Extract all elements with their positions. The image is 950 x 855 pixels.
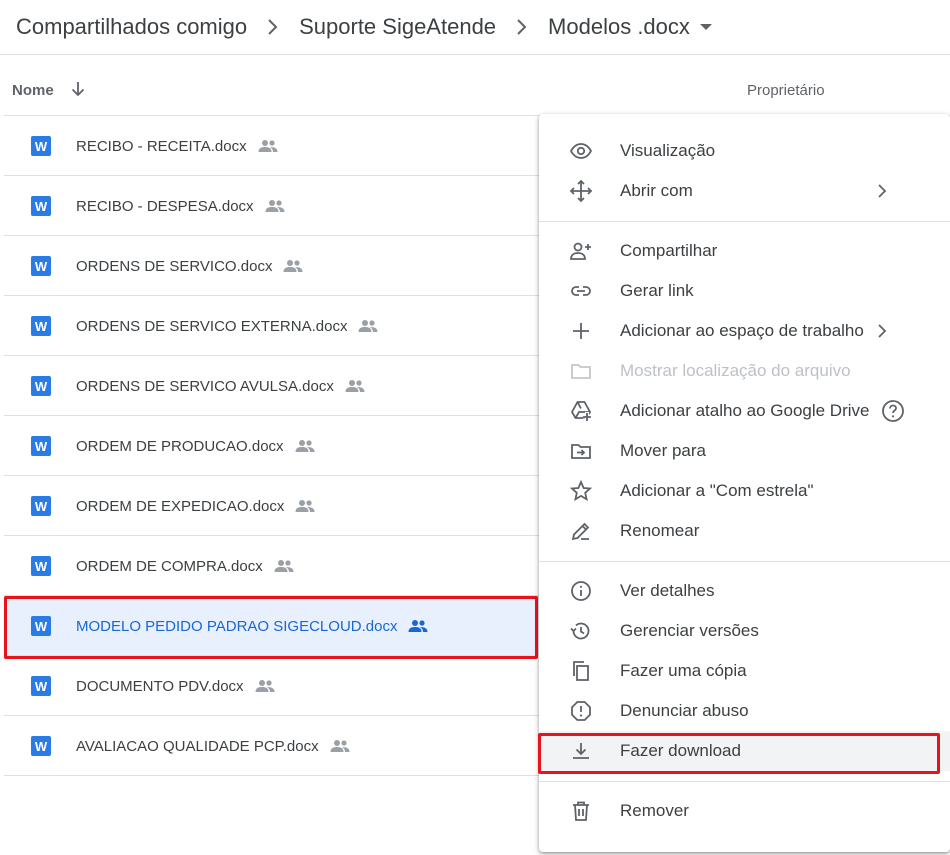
- menu-item-label: Denunciar abuso: [620, 701, 749, 720]
- person-add-icon: [569, 239, 593, 263]
- file-name: ORDEM DE COMPRA.docx: [76, 557, 263, 575]
- menu-item-label: Adicionar ao espaço de trabalho: [620, 321, 864, 340]
- menu-item-visualizacao[interactable]: Visualização: [539, 131, 950, 171]
- column-name-header[interactable]: Nome: [12, 82, 54, 99]
- menu-item-label: Adicionar a "Com estrela": [620, 481, 814, 500]
- menu-item-label: Fazer uma cópia: [620, 661, 747, 680]
- menu-item-adicionar-ao-espaco-de-trabalho[interactable]: Adicionar ao espaço de trabalho: [539, 311, 950, 351]
- menu-item-adicionar-atalho-ao-google-drive[interactable]: Adicionar atalho ao Google Drive: [539, 391, 950, 431]
- menu-item-renomear[interactable]: Renomear: [539, 511, 950, 551]
- download-icon: [569, 739, 593, 763]
- menu-divider: [539, 561, 950, 562]
- shared-people-icon: [282, 259, 304, 273]
- file-name: ORDEM DE PRODUCAO.docx: [76, 437, 284, 455]
- menu-item-remover[interactable]: Remover: [539, 791, 950, 831]
- file-name: RECIBO - DESPESA.docx: [76, 197, 254, 215]
- file-name: ORDEM DE EXPEDICAO.docx: [76, 497, 285, 515]
- shared-people-icon: [407, 619, 429, 633]
- folder-icon: [569, 359, 593, 383]
- menu-item-label: Ver detalhes: [620, 581, 715, 600]
- breadcrumb-shared-with-me[interactable]: Compartilhados comigo: [16, 14, 247, 40]
- plus-icon: [569, 319, 593, 343]
- word-doc-icon: W: [31, 436, 51, 456]
- menu-item-fazer-uma-copia[interactable]: Fazer uma cópia: [539, 651, 950, 691]
- file-name: DOCUMENTO PDV.docx: [76, 677, 244, 695]
- menu-item-gerenciar-versoes[interactable]: Gerenciar versões: [539, 611, 950, 651]
- link-icon: [569, 279, 593, 303]
- trash-icon: [569, 799, 593, 823]
- help-icon[interactable]: [881, 399, 905, 423]
- menu-divider: [539, 781, 950, 782]
- eye-icon: [569, 139, 593, 163]
- menu-item-label: Remover: [620, 801, 689, 820]
- shared-people-icon: [273, 559, 295, 573]
- chevron-right-icon: [877, 323, 887, 339]
- report-icon: [569, 699, 593, 723]
- drive-shortcut-icon: [569, 399, 593, 423]
- word-doc-icon: W: [31, 556, 51, 576]
- copy-icon: [569, 659, 593, 683]
- info-icon: [569, 579, 593, 603]
- menu-item-label: Gerar link: [620, 281, 694, 300]
- star-icon: [569, 479, 593, 503]
- file-name: ORDENS DE SERVICO EXTERNA.docx: [76, 317, 348, 335]
- menu-item-label: Compartilhar: [620, 241, 718, 260]
- word-doc-icon: W: [31, 736, 51, 756]
- menu-item-fazer-download[interactable]: Fazer download: [539, 731, 950, 771]
- menu-item-denunciar-abuso[interactable]: Denunciar abuso: [539, 691, 950, 731]
- menu-item-adicionar-a-com-estrela[interactable]: Adicionar a "Com estrela": [539, 471, 950, 511]
- file-name: MODELO PEDIDO PADRAO SIGECLOUD.docx: [76, 617, 398, 635]
- breadcrumb-suporte-sigeatende[interactable]: Suporte SigeAtende: [299, 14, 496, 40]
- shared-people-icon: [257, 139, 279, 153]
- column-header: Nome Proprietário: [4, 56, 950, 116]
- move-to-folder-icon: [569, 439, 593, 463]
- shared-people-icon: [344, 379, 366, 393]
- chevron-right-icon: [877, 183, 887, 199]
- chevron-right-icon: [247, 18, 299, 36]
- word-doc-icon: W: [31, 616, 51, 636]
- word-doc-icon: W: [31, 256, 51, 276]
- arrow-down-sort-icon[interactable]: [70, 80, 86, 98]
- breadcrumb: Compartilhados comigo Suporte SigeAtende…: [0, 0, 950, 55]
- word-doc-icon: W: [31, 376, 51, 396]
- shared-people-icon: [294, 499, 316, 513]
- menu-item-mostrar-localizacao-do-arquivo: Mostrar localização do arquivo: [539, 351, 950, 391]
- menu-item-label: Visualização: [620, 141, 716, 160]
- shared-people-icon: [357, 319, 379, 333]
- move-arrows-icon: [569, 179, 593, 203]
- word-doc-icon: W: [31, 196, 51, 216]
- shared-people-icon: [264, 199, 286, 213]
- menu-item-mover-para[interactable]: Mover para: [539, 431, 950, 471]
- word-doc-icon: W: [31, 496, 51, 516]
- menu-item-label: Mover para: [620, 441, 706, 460]
- word-doc-icon: W: [31, 316, 51, 336]
- shared-people-icon: [294, 439, 316, 453]
- file-name: ORDENS DE SERVICO.docx: [76, 257, 273, 275]
- pencil-icon: [569, 519, 593, 543]
- menu-item-label: Adicionar atalho ao Google Drive: [620, 401, 870, 420]
- chevron-right-icon: [496, 18, 548, 36]
- caret-down-icon[interactable]: [699, 24, 712, 30]
- shared-people-icon: [329, 739, 351, 753]
- menu-item-label: Abrir com: [620, 181, 693, 200]
- menu-item-label: Gerenciar versões: [620, 621, 759, 640]
- menu-item-label: Fazer download: [620, 741, 741, 760]
- breadcrumb-current-folder[interactable]: Modelos .docx: [548, 14, 690, 40]
- menu-item-label: Mostrar localização do arquivo: [620, 361, 851, 380]
- menu-item-abrir-com[interactable]: Abrir com: [539, 171, 950, 211]
- history-icon: [569, 619, 593, 643]
- file-name: ORDENS DE SERVICO AVULSA.docx: [76, 377, 334, 395]
- menu-item-compartilhar[interactable]: Compartilhar: [539, 231, 950, 271]
- menu-item-label: Renomear: [620, 521, 700, 540]
- context-menu: Visualização Abrir com Compartilhar Gerar l…: [539, 114, 950, 852]
- word-doc-icon: W: [31, 136, 51, 156]
- menu-item-gerar-link[interactable]: Gerar link: [539, 271, 950, 311]
- shared-people-icon: [254, 679, 276, 693]
- column-owner-header[interactable]: Proprietário: [747, 82, 825, 99]
- menu-divider: [539, 221, 950, 222]
- file-name: AVALIACAO QUALIDADE PCP.docx: [76, 737, 319, 755]
- file-name: RECIBO - RECEITA.docx: [76, 137, 247, 155]
- word-doc-icon: W: [31, 676, 51, 696]
- menu-item-ver-detalhes[interactable]: Ver detalhes: [539, 571, 950, 611]
